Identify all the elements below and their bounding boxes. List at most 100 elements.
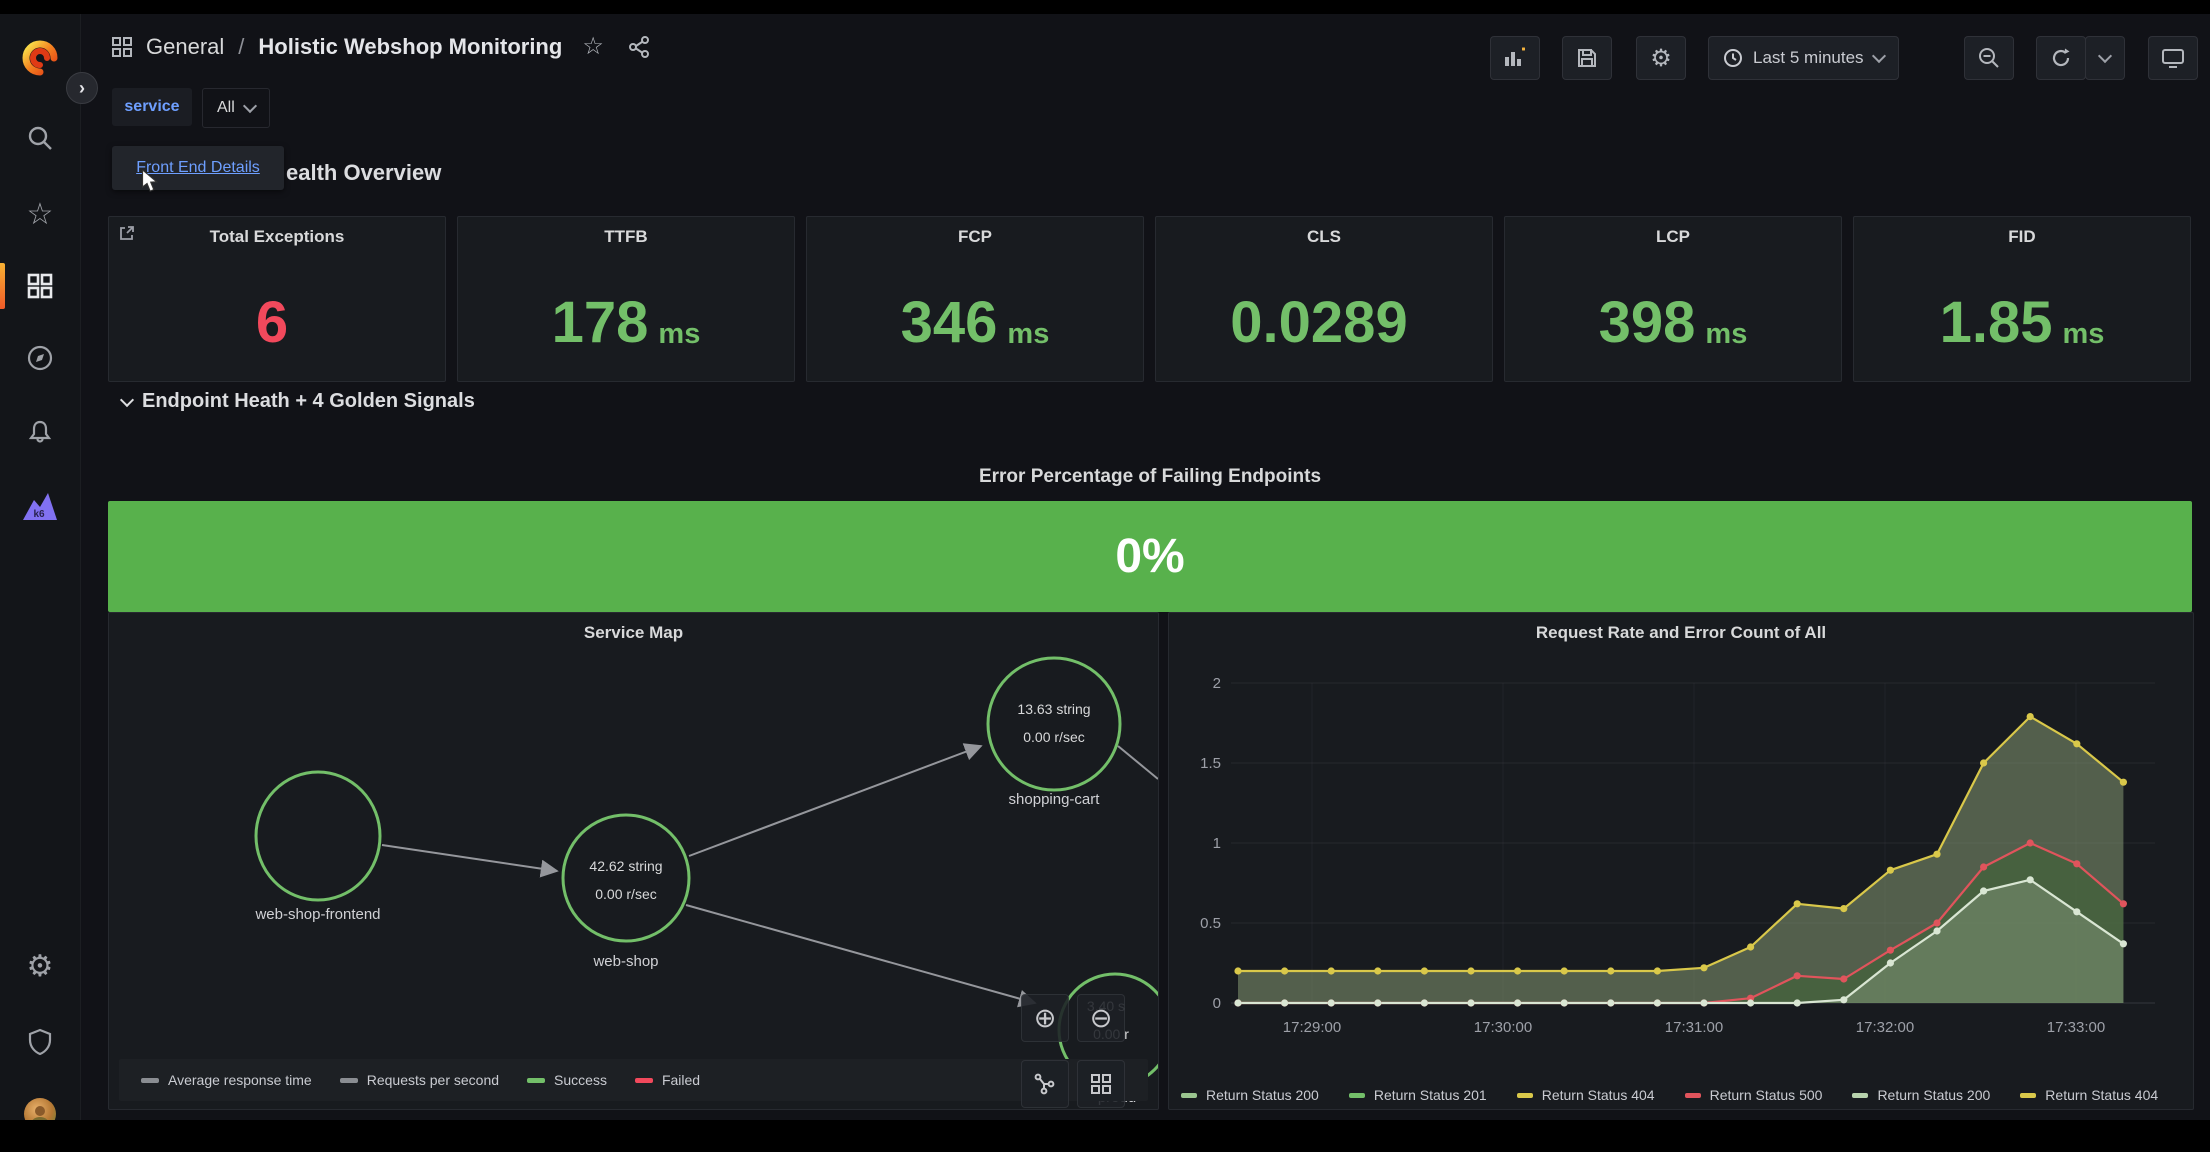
error-percentage-value: 0% (1115, 529, 1184, 584)
request-rate-chart[interactable]: 00.511.5217:29:0017:30:0017:31:0017:32:0… (1175, 656, 2187, 1046)
cycle-view-mode-button[interactable] (2148, 36, 2198, 80)
search-icon[interactable] (0, 112, 80, 164)
legend-item[interactable]: Return Status 201 (1349, 1087, 1487, 1103)
svg-text:1: 1 (1213, 835, 1221, 852)
legend-label: Average response time (168, 1072, 312, 1088)
top-black-bar (0, 0, 2210, 14)
active-indicator (0, 263, 5, 309)
bottom-black-bar (0, 1120, 2210, 1152)
stat-panel-fid: FID 1.85 ms (1853, 216, 2191, 382)
node-web-shop[interactable] (563, 815, 689, 941)
legend-item[interactable]: Return Status 200 (1852, 1087, 1990, 1103)
data-link-tooltip[interactable]: Front End Details (112, 146, 284, 190)
service-map-graph[interactable]: 42.62 string 0.00 r/sec 13.63 string 0.0… (109, 613, 1158, 1109)
alerting-bell-icon[interactable] (0, 406, 80, 458)
stat-title[interactable]: LCP (1505, 227, 1841, 247)
node-label: web-shop (592, 953, 658, 970)
svg-text:0: 0 (1213, 995, 1221, 1012)
legend-item[interactable]: Return Status 500 (1685, 1087, 1823, 1103)
svg-text:0.00 r/sec: 0.00 r/sec (1023, 729, 1084, 745)
sidebar-expand-button[interactable]: › (66, 72, 98, 104)
stat-value: 1.85 (1940, 294, 2053, 352)
stat-title[interactable]: FID (1854, 227, 2190, 247)
map-zoom-out-button[interactable]: ⊖ (1077, 994, 1125, 1042)
svg-text:17:32:00: 17:32:00 (1856, 1019, 1914, 1036)
stat-value: 6 (256, 294, 288, 352)
legend-swatch (2020, 1093, 2036, 1098)
time-range-picker[interactable]: Last 5 minutes (1708, 36, 1899, 80)
legend-item[interactable]: Return Status 200 (1181, 1087, 1319, 1103)
dashboards-icon[interactable] (0, 260, 80, 312)
legend-label: Return Status 200 (1877, 1087, 1990, 1103)
stat-value: 0.0289 (1230, 294, 1407, 352)
time-range-label: Last 5 minutes (1753, 48, 1864, 68)
map-zoom-in-button[interactable]: ⊕ (1021, 994, 1069, 1042)
legend-label: Return Status 404 (1542, 1087, 1655, 1103)
stat-value: 346 (901, 294, 998, 352)
admin-shield-icon[interactable] (0, 1016, 80, 1068)
stat-panel-lcp: LCP 398 ms (1504, 216, 1842, 382)
legend-label: Return Status 200 (1206, 1087, 1319, 1103)
legend-swatch (1349, 1093, 1365, 1098)
legend-item: Requests per second (340, 1072, 499, 1088)
stat-title[interactable]: TTFB (458, 227, 794, 247)
map-grid-layout-button[interactable] (1077, 1060, 1125, 1108)
variable-service-value-dropdown[interactable]: All (202, 88, 270, 128)
cursor-pointer-icon (140, 170, 162, 194)
svg-text:1.5: 1.5 (1200, 755, 1221, 772)
dashboard-settings-button[interactable]: ⚙ (1636, 36, 1686, 80)
svg-text:17:33:00: 17:33:00 (2047, 1019, 2105, 1036)
legend-label: Failed (662, 1072, 700, 1088)
k6-app-icon[interactable]: k6 (0, 480, 80, 532)
k6-label: k6 (33, 509, 45, 520)
legend-label: Return Status 404 (2045, 1087, 2158, 1103)
svg-text:13.63 string: 13.63 string (1017, 701, 1090, 717)
refresh-button[interactable] (2036, 36, 2086, 80)
legend-label: Return Status 201 (1374, 1087, 1487, 1103)
clock-icon (1723, 48, 1743, 68)
service-map-legend: Average response time Requests per second… (119, 1059, 1148, 1101)
row-endpoint-health[interactable]: Endpoint Heath + 4 Golden Signals (122, 390, 475, 413)
stat-panel-fcp: FCP 346 ms (806, 216, 1144, 382)
legend-swatch (527, 1078, 545, 1083)
request-rate-legend: Return Status 200 Return Status 201 Return… (1181, 1087, 2181, 1103)
svg-text:17:30:00: 17:30:00 (1474, 1019, 1532, 1036)
request-rate-title[interactable]: Request Rate and Error Count of All (1169, 623, 2193, 643)
refresh-interval-dropdown[interactable] (2085, 36, 2125, 80)
explore-compass-icon[interactable] (0, 332, 80, 384)
node-web-shop-frontend[interactable] (256, 772, 380, 900)
stat-value: 398 (1599, 294, 1696, 352)
save-dashboard-button[interactable] (1562, 36, 1612, 80)
legend-item: Success (527, 1072, 607, 1088)
zoom-out-time-button[interactable] (1964, 36, 2014, 80)
settings-gear-icon[interactable]: ⚙ (0, 940, 80, 992)
collapse-chevron-icon (120, 392, 134, 406)
node-shopping-cart[interactable] (988, 658, 1120, 790)
stat-title[interactable]: FCP (807, 227, 1143, 247)
legend-swatch (1517, 1093, 1533, 1098)
grafana-logo[interactable] (0, 32, 80, 84)
starred-icon[interactable]: ☆ (0, 188, 80, 240)
service-map-panel: Service Map 42.62 string 0.00 r/sec 13.6… (108, 612, 1159, 1110)
error-panel-title[interactable]: Error Percentage of Failing Endpoints (108, 466, 2192, 488)
svg-text:42.62 string: 42.62 string (589, 858, 662, 874)
stat-title[interactable]: Total Exceptions (109, 227, 445, 247)
map-hierarchy-layout-button[interactable] (1021, 1060, 1069, 1108)
chevron-down-icon (1871, 49, 1885, 63)
legend-item[interactable]: Return Status 404 (2020, 1087, 2158, 1103)
panel-heading-partial: ealth Overview (286, 160, 441, 186)
add-panel-button[interactable] (1490, 36, 1540, 80)
node-label: web-shop-frontend (254, 906, 380, 923)
legend-swatch (635, 1078, 653, 1083)
stat-panel-ttfb: TTFB 178 ms (457, 216, 795, 382)
grafana-dashboard: ☆ k (0, 0, 2210, 1152)
legend-item[interactable]: Return Status 404 (1517, 1087, 1655, 1103)
submenu: service All ealth Overview Front End Det… (80, 14, 680, 214)
variable-service-label[interactable]: service (112, 88, 192, 126)
svg-text:17:31:00: 17:31:00 (1665, 1019, 1723, 1036)
svg-text:0.00 r/sec: 0.00 r/sec (595, 886, 656, 902)
legend-swatch (340, 1078, 358, 1083)
svg-text:2: 2 (1213, 675, 1221, 692)
stat-title[interactable]: CLS (1156, 227, 1492, 247)
node-label: shopping-cart (1009, 791, 1101, 808)
